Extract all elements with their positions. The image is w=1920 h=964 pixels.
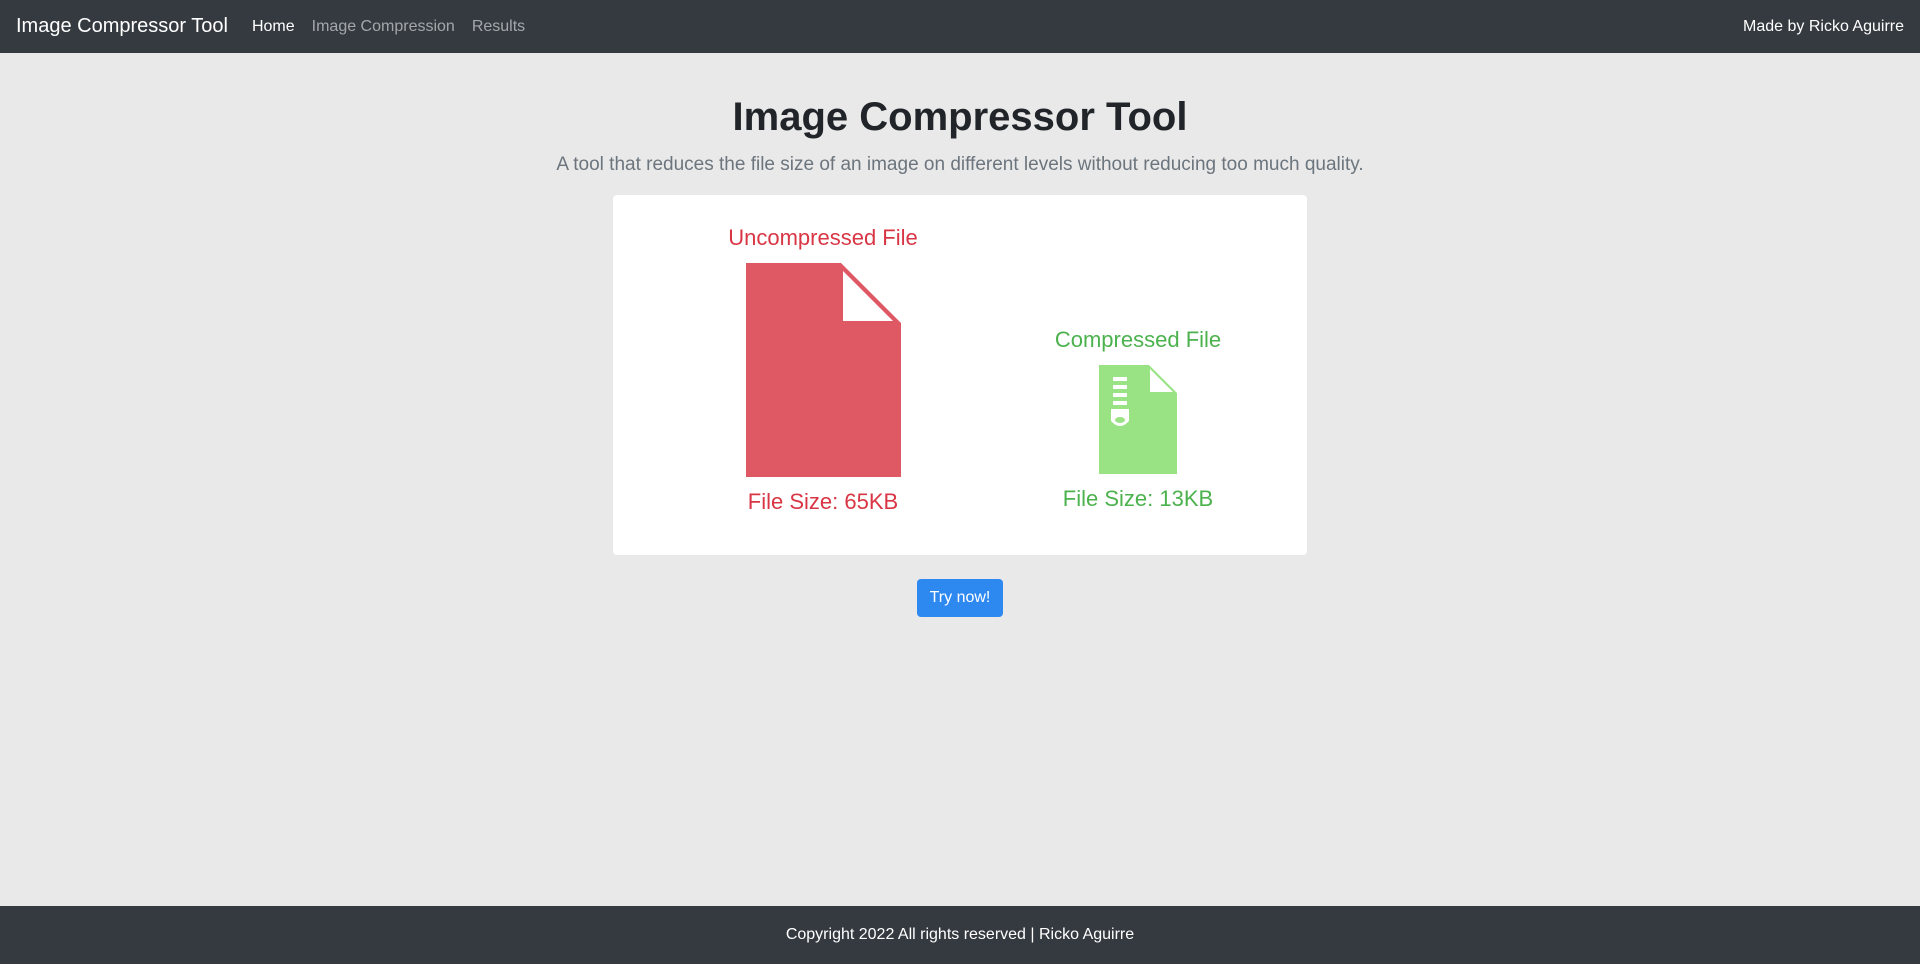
nav-link-results[interactable]: Results [472,18,525,36]
top-navbar: Image Compressor Tool Home Image Compres… [0,0,1920,53]
uncompressed-title: Uncompressed File [728,225,918,250]
page-title: Image Compressor Tool [732,95,1188,139]
nav-link-image-compression[interactable]: Image Compression [312,18,455,36]
compressed-column: Compressed File File Size: 13KB [1013,327,1263,512]
uncompressed-file-size: File Size: 65KB [747,489,899,514]
page-subtitle: A tool that reduces the file size of an … [556,154,1364,175]
comparison-card: Uncompressed File File Size: 65KB Compre… [613,195,1307,555]
nav-link-home[interactable]: Home [252,18,295,36]
compressed-file-size: File Size: 13KB [1062,486,1214,511]
compressed-title: Compressed File [1054,327,1222,352]
footer-copyright: Copyright 2022 All rights reserved | Ric… [785,926,1135,943]
main-content: Image Compressor Tool A tool that reduce… [0,53,1920,906]
zip-file-icon [1099,365,1177,474]
file-icon [745,263,901,477]
footer: Copyright 2022 All rights reserved | Ric… [0,906,1920,964]
uncompressed-column: Uncompressed File File Size: 65KB [698,225,948,515]
try-now-button[interactable]: Try now! [917,579,1003,617]
navbar-brand[interactable]: Image Compressor Tool [16,15,228,38]
made-by-text: Made by Ricko Aguirre [1743,17,1904,35]
